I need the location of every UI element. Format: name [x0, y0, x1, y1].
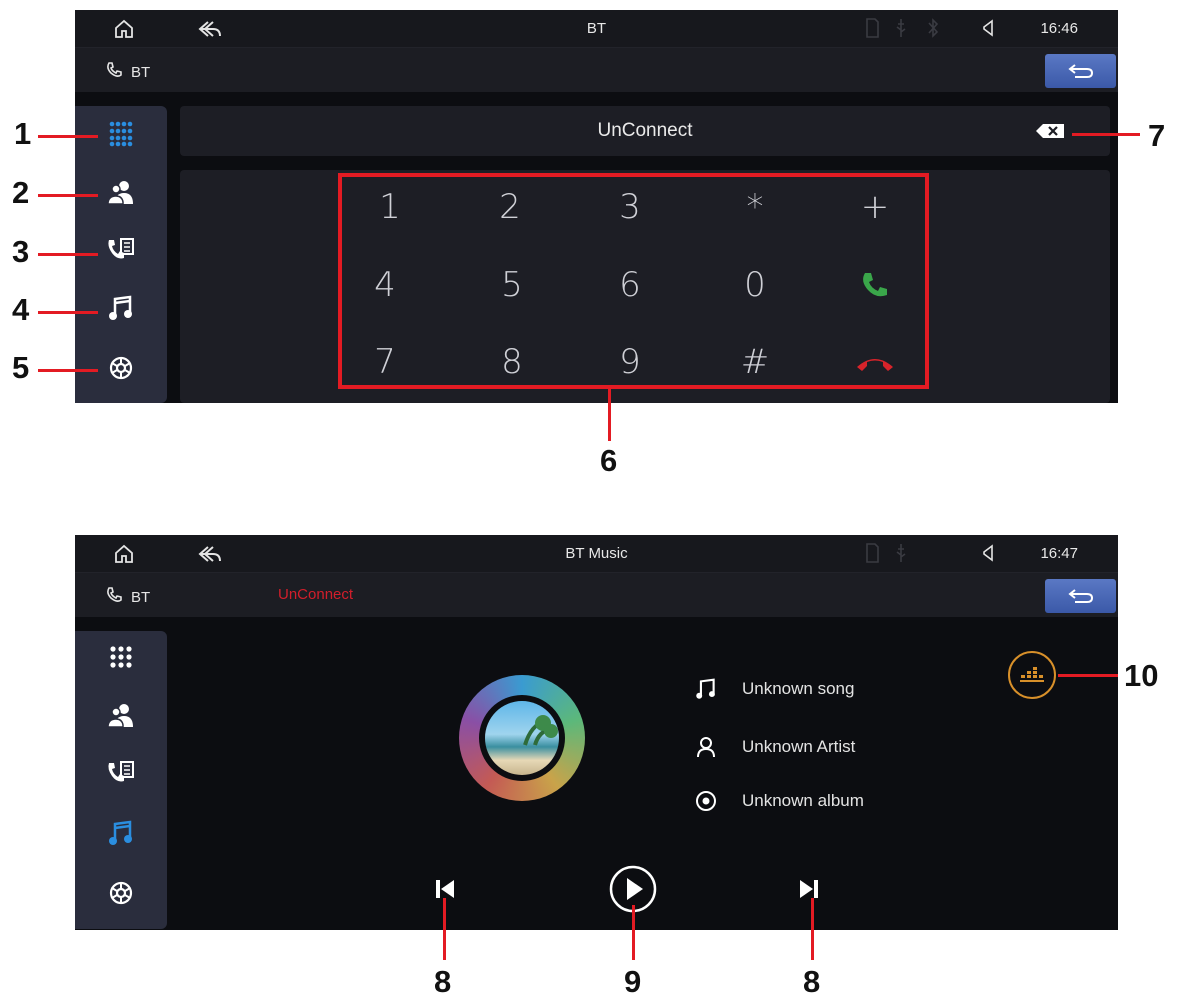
music-icon — [109, 295, 132, 320]
callout-line-6 — [608, 389, 611, 441]
number-display: UnConnect — [180, 106, 1110, 156]
artist-row: Unknown Artist — [690, 736, 855, 758]
sidebar-item-music[interactable] — [75, 813, 167, 853]
connection-status: UnConnect — [597, 120, 693, 141]
equalizer-button[interactable] — [1008, 651, 1056, 699]
sd-card-icon — [865, 543, 879, 568]
callout-line-3 — [38, 253, 98, 256]
sidebar-item-music[interactable] — [75, 288, 167, 328]
sidebar-item-contacts[interactable] — [75, 172, 167, 212]
call-log-icon — [108, 238, 134, 259]
status-title: BT — [586, 20, 607, 37]
bt-sidebar — [75, 631, 167, 929]
song-title: Unknown song — [742, 679, 855, 698]
callout-line-9 — [632, 905, 635, 960]
artist-name: Unknown Artist — [742, 737, 856, 756]
bt-music-screen: BT Music 16:47 BT UnConnect Unknown song… — [75, 535, 1118, 930]
sidebar-item-dialpad[interactable] — [75, 637, 167, 677]
backspace-icon[interactable] — [1035, 123, 1065, 144]
callout-8b: 8 — [803, 964, 821, 999]
clock: 16:46 — [1040, 20, 1078, 37]
bt-title: BT — [105, 61, 150, 83]
album-name: Unknown album — [742, 791, 864, 810]
usb-icon — [895, 18, 907, 43]
status-bar: BT 16:46 — [75, 10, 1118, 48]
callout-6: 6 — [600, 443, 618, 478]
callout-line-2 — [38, 194, 98, 197]
sidebar-item-dialpad[interactable] — [75, 114, 167, 154]
callout-5: 5 — [12, 350, 30, 385]
callout-line-1 — [38, 135, 98, 138]
bt-title: BT — [105, 586, 150, 608]
album-disc — [459, 675, 585, 801]
connection-status: UnConnect — [278, 586, 354, 603]
callout-line-7 — [1072, 133, 1140, 136]
callout-line-8a — [443, 898, 446, 960]
clock: 16:47 — [1040, 545, 1078, 562]
callout-10: 10 — [1124, 658, 1159, 693]
music-note-icon — [690, 678, 722, 700]
person-icon — [690, 736, 722, 758]
volume-icon[interactable] — [980, 18, 994, 43]
song-row: Unknown song — [690, 678, 854, 700]
status-title: BT Music — [565, 545, 628, 562]
callout-line-5 — [38, 369, 98, 372]
next-button[interactable] — [791, 871, 827, 907]
callout-1: 1 — [14, 116, 32, 151]
music-icon — [109, 820, 132, 845]
back-icon — [1067, 64, 1093, 78]
callout-line-10 — [1058, 674, 1118, 677]
bt-label: BT — [131, 63, 151, 81]
bt-phone-icon — [105, 61, 123, 83]
status-bar: BT Music 16:47 — [75, 535, 1118, 573]
sub-header: BT UnConnect — [75, 573, 1118, 617]
disc-icon — [690, 790, 722, 812]
callout-2: 2 — [12, 175, 30, 210]
sidebar-item-contacts[interactable] — [75, 695, 167, 735]
bt-label: BT — [131, 588, 151, 606]
back-button[interactable] — [1045, 579, 1116, 613]
callout-3: 3 — [12, 234, 30, 269]
callout-line-8b — [811, 898, 814, 960]
dialpad-icon — [109, 121, 133, 147]
sub-header: BT — [75, 48, 1118, 92]
album-art — [485, 701, 559, 775]
skip-next-icon — [800, 880, 818, 898]
usb-icon — [895, 543, 907, 568]
back-button[interactable] — [1045, 54, 1116, 88]
callout-9: 9 — [624, 964, 642, 999]
sidebar-item-call-log[interactable] — [75, 753, 167, 793]
equalizer-icon — [1020, 667, 1044, 682]
back-icon — [1067, 589, 1093, 603]
settings-icon — [109, 356, 133, 380]
callout-7: 7 — [1148, 118, 1166, 153]
sidebar-item-settings[interactable] — [75, 348, 167, 388]
callout-line-4 — [38, 311, 98, 314]
settings-icon — [109, 881, 133, 905]
sd-card-icon — [865, 18, 879, 43]
sidebar-item-settings[interactable] — [75, 873, 167, 913]
callout-8a: 8 — [434, 964, 452, 999]
album-row: Unknown album — [690, 790, 864, 812]
bt-phone-icon — [105, 586, 123, 608]
bluetooth-icon — [927, 18, 939, 43]
contacts-icon — [107, 181, 133, 205]
contacts-icon — [107, 704, 133, 728]
call-log-icon — [108, 761, 134, 782]
volume-icon[interactable] — [980, 543, 994, 568]
dialpad-icon — [110, 646, 132, 668]
keypad-highlight-box — [338, 173, 929, 389]
sidebar-item-call-log[interactable] — [75, 230, 167, 270]
callout-4: 4 — [12, 292, 30, 327]
